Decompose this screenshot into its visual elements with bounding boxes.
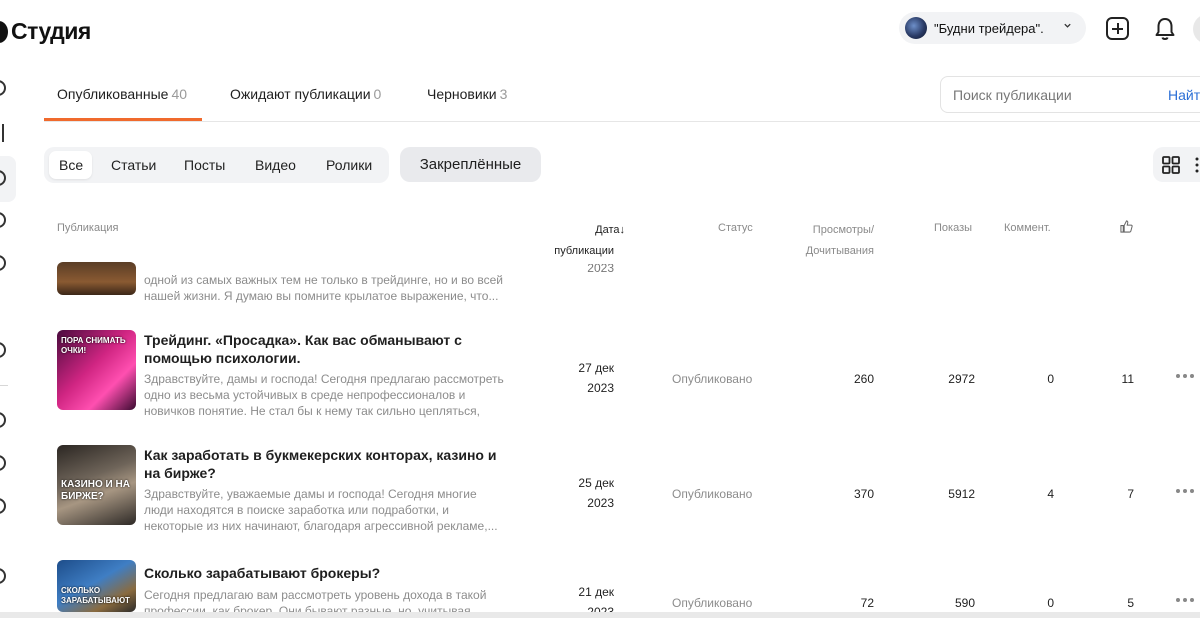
rail-home-icon[interactable] bbox=[0, 80, 6, 96]
chevron-down-icon bbox=[1064, 23, 1071, 28]
filter-posts[interactable]: Посты bbox=[184, 157, 225, 173]
date-day: 27 дек bbox=[578, 361, 614, 375]
likes-value: 7 bbox=[1127, 487, 1134, 501]
filter-video[interactable]: Видео bbox=[255, 157, 296, 173]
publication-thumbnail[interactable]: КАЗИНО И НА БИРЖЕ? bbox=[57, 445, 136, 525]
create-publication-button[interactable] bbox=[1106, 17, 1129, 40]
header-views-line1: Просмотры/ bbox=[812, 224, 874, 236]
thumbnail-caption: ПОРА СНИМАТЬ ОЧКИ! bbox=[61, 336, 126, 355]
date-year: 2023 bbox=[587, 381, 614, 395]
header-status: Статус bbox=[718, 222, 753, 234]
header-date-sort[interactable]: Дата↓ публикации bbox=[548, 220, 628, 262]
tab-count: 40 bbox=[171, 86, 188, 102]
channel-selector[interactable]: "Будни трейдера". bbox=[899, 12, 1086, 44]
views-value: 370 bbox=[853, 487, 874, 501]
comments-value: 4 bbox=[1047, 487, 1054, 501]
search-box[interactable] bbox=[940, 76, 1200, 113]
header-date-line2: публикации bbox=[554, 245, 614, 257]
more-options-icon[interactable] bbox=[1175, 373, 1195, 379]
impressions-value: 5912 bbox=[948, 487, 975, 501]
tab-published[interactable]: Опубликованные 40 bbox=[57, 86, 187, 102]
rail-comments-icon[interactable] bbox=[0, 212, 6, 228]
publication-thumbnail[interactable]: ПОРА СНИМАТЬ ОЧКИ! bbox=[57, 330, 136, 410]
publication-date: 27 дек 2023 bbox=[548, 358, 614, 398]
publication-excerpt: Здравствуйте, дамы и господа! Сегодня пр… bbox=[144, 372, 504, 418]
rail-settings-icon[interactable] bbox=[0, 342, 6, 358]
channel-avatar bbox=[905, 17, 927, 39]
tab-label: Черновики bbox=[427, 86, 497, 102]
header-views: Просмотры/ Дочитывания bbox=[790, 220, 874, 262]
publication-excerpt: одной из самых важных тем не только в тр… bbox=[144, 273, 503, 303]
views-value: 72 bbox=[860, 596, 874, 610]
date-day: 21 дек bbox=[578, 585, 614, 599]
date-day: 25 дек bbox=[578, 476, 614, 490]
header-date-line1: Дата↓ bbox=[595, 224, 625, 236]
comments-value: 0 bbox=[1047, 372, 1054, 386]
studio-logo[interactable]: Студия bbox=[0, 18, 91, 45]
rail-info-icon[interactable] bbox=[0, 455, 6, 471]
tab-count: 0 bbox=[373, 86, 382, 102]
app-title: Студия bbox=[11, 18, 91, 44]
channel-name: "Будни трейдера". bbox=[934, 20, 1044, 36]
rail-stats-icon[interactable] bbox=[2, 124, 4, 142]
status-label: Опубликовано bbox=[672, 487, 753, 501]
header-views-line2: Дочитывания bbox=[805, 245, 874, 257]
tab-count: 3 bbox=[499, 86, 508, 102]
likes-value: 5 bbox=[1127, 596, 1134, 610]
publication-title[interactable]: Как заработать в букмекерских конторах, … bbox=[144, 446, 504, 482]
filter-articles[interactable]: Статьи bbox=[111, 157, 156, 173]
bell-icon[interactable] bbox=[1154, 16, 1176, 42]
more-options-icon[interactable] bbox=[1175, 488, 1195, 494]
rail-misc-icon[interactable] bbox=[0, 568, 6, 584]
tabs-divider bbox=[44, 121, 1200, 122]
header-comments: Коммент. bbox=[1004, 222, 1051, 234]
publication-date: 2023 bbox=[548, 264, 614, 278]
grid-view-icon[interactable] bbox=[1162, 156, 1180, 174]
thumbnail-caption: СКОЛЬКО ЗАРАБАТЫВАЮТ bbox=[61, 586, 130, 605]
publication-date: 25 дек 2023 bbox=[548, 473, 614, 513]
impressions-value: 590 bbox=[954, 596, 975, 610]
more-options-icon[interactable] bbox=[1175, 597, 1195, 603]
publication-thumbnail[interactable] bbox=[57, 262, 136, 295]
search-button[interactable]: Найти bbox=[1168, 87, 1200, 103]
rail-feedback-icon[interactable] bbox=[0, 498, 6, 514]
tab-label: Опубликованные bbox=[57, 86, 169, 102]
publication-date: 21 дек 2023 bbox=[548, 582, 614, 612]
comments-value: 0 bbox=[1047, 596, 1054, 610]
horizontal-scrollbar[interactable] bbox=[0, 612, 1200, 618]
publication-excerpt: Здравствуйте, уважаемые дамы и господа! … bbox=[144, 487, 498, 533]
publication-title[interactable]: Сколько зарабатывают брокеры? bbox=[144, 564, 504, 582]
date-year: 2023 bbox=[587, 496, 614, 510]
thumbs-up-icon bbox=[1120, 220, 1133, 233]
tab-label: Ожидают публикации bbox=[230, 86, 371, 102]
rail-divider bbox=[0, 385, 8, 386]
date-year: 2023 bbox=[587, 605, 614, 612]
publication-excerpt: Сегодня предлагаю вам рассмотреть уровен… bbox=[144, 588, 487, 612]
header-publication: Публикация bbox=[57, 222, 119, 234]
likes-value: 11 bbox=[1121, 372, 1134, 386]
tab-scheduled[interactable]: Ожидают публикации 0 bbox=[230, 86, 381, 102]
publication-thumbnail[interactable]: СКОЛЬКО ЗАРАБАТЫВАЮТ bbox=[57, 560, 136, 612]
rail-audience-icon[interactable] bbox=[0, 255, 6, 271]
rail-help-icon[interactable] bbox=[0, 412, 6, 428]
search-input[interactable] bbox=[953, 87, 1153, 103]
logo-mark-icon bbox=[0, 20, 8, 43]
impressions-value: 2972 bbox=[948, 372, 975, 386]
list-view-icon[interactable] bbox=[1194, 156, 1200, 174]
header-impressions: Показы bbox=[934, 222, 973, 234]
user-avatar[interactable] bbox=[1193, 14, 1200, 44]
filter-shorts[interactable]: Ролики bbox=[326, 157, 372, 173]
views-value: 260 bbox=[853, 372, 874, 386]
filter-all[interactable]: Все bbox=[59, 157, 83, 173]
pinned-button[interactable]: Закреплённые bbox=[400, 147, 541, 182]
tab-drafts[interactable]: Черновики 3 bbox=[427, 86, 507, 102]
date-year: 2023 bbox=[587, 264, 614, 275]
status-label: Опубликовано bbox=[672, 596, 753, 610]
thumbnail-caption: КАЗИНО И НА БИРЖЕ? bbox=[61, 479, 130, 502]
status-label: Опубликовано bbox=[672, 372, 753, 386]
publication-title[interactable]: Трейдинг. «Просадка». Как вас обманывают… bbox=[144, 331, 504, 367]
